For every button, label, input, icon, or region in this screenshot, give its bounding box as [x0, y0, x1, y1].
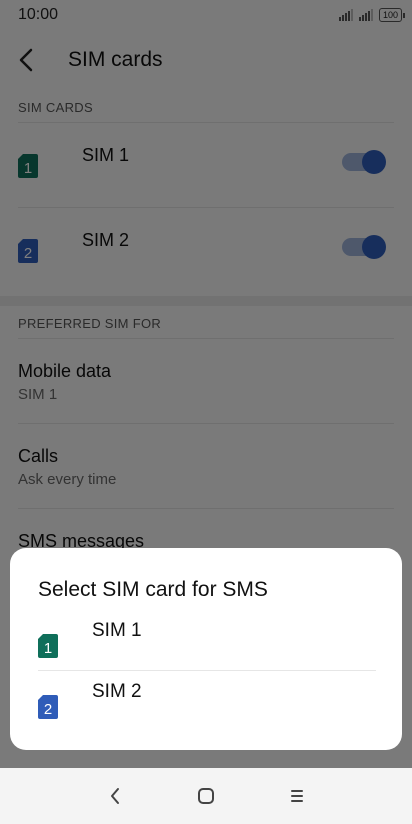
navigation-bar [0, 768, 412, 824]
select-sim-dialog: Select SIM card for SMS 1 SIM 1 2 SIM 2 [10, 548, 402, 750]
nav-home-icon [197, 788, 214, 804]
sim-cards-screen: 10:00 100 SIM cards SIM CARDS 1 [0, 0, 412, 824]
sim-card-1-icon: 1 [38, 634, 58, 658]
dialog-option-label: SIM 2 [92, 681, 142, 702]
sim-card-2-icon: 2 [38, 695, 58, 719]
nav-home-button[interactable] [186, 776, 226, 816]
nav-menu-icon [290, 790, 303, 802]
svg-text:1: 1 [44, 640, 52, 657]
nav-menu-button[interactable] [277, 776, 317, 816]
dialog-option-sim-2[interactable]: 2 SIM 2 [38, 671, 374, 731]
nav-back-button[interactable] [95, 776, 135, 816]
svg-text:2: 2 [44, 701, 52, 718]
dialog-option-sim-1[interactable]: 1 SIM 1 [38, 610, 374, 670]
dialog-option-label: SIM 1 [92, 620, 142, 641]
nav-back-icon [111, 788, 120, 804]
dialog-title: Select SIM card for SMS [38, 578, 268, 601]
